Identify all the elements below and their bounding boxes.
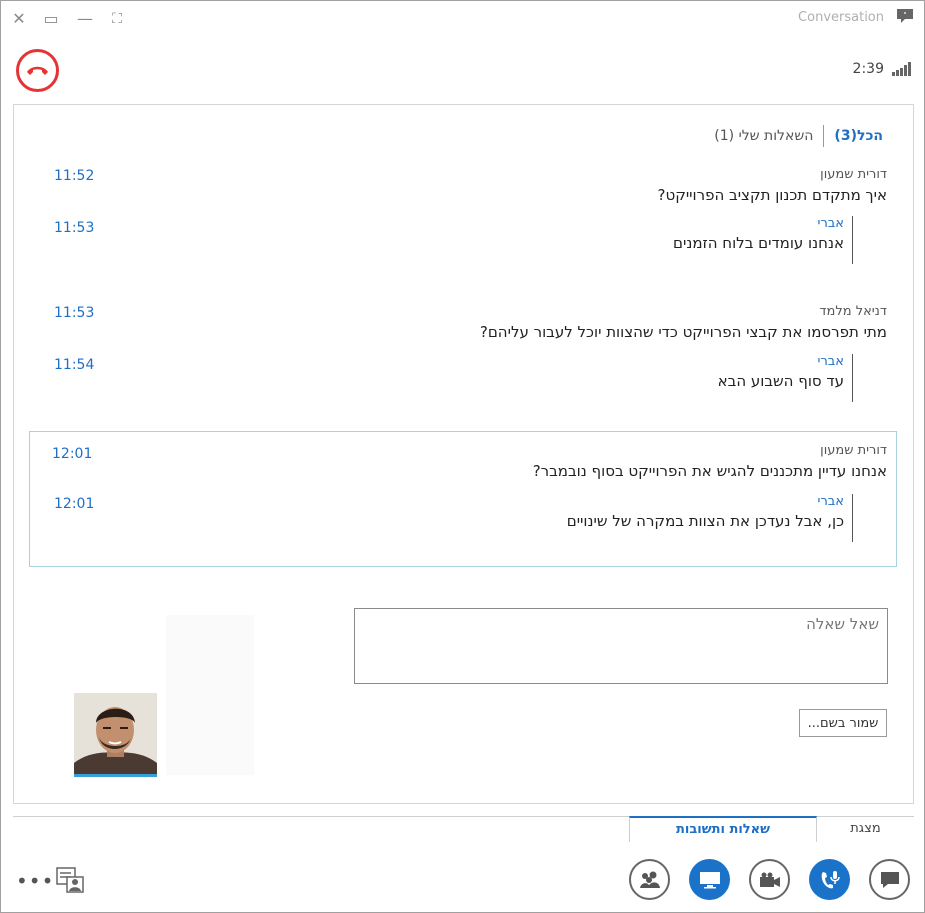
question-text: איך מתקדם תכנון תקציב הפרוייקט?: [657, 186, 888, 204]
svg-text:": ": [903, 11, 906, 19]
filter-all[interactable]: הכל(3): [834, 128, 883, 144]
call-timer: 2:39: [852, 61, 884, 77]
question-filter: הכל(3) השאלות שלי (1): [714, 125, 883, 147]
phone-hangup-icon: [27, 66, 48, 75]
participants-list-icon[interactable]: [56, 867, 84, 897]
chat-bubble-icon: [880, 871, 899, 888]
question-text: אנחנו עדיין מתכננים להגיש את הפרוייקט בס…: [532, 462, 887, 480]
minimize-button[interactable]: —: [75, 9, 95, 29]
more-options-button[interactable]: •••: [16, 869, 54, 893]
conversation-window: ✕ ▭ — ⛶ Conversation " 2:39 הכל(3) השאלו…: [0, 0, 925, 913]
participant-photo: [74, 693, 157, 774]
fullscreen-button[interactable]: ⛶: [107, 9, 127, 29]
question-text: מתי תפרסמו את קבצי הפרוייקט כדי שהצוות י…: [479, 323, 887, 341]
audio-button[interactable]: [809, 859, 850, 900]
question-time: 11:53: [54, 305, 95, 321]
ask-question-input[interactable]: שאל שאלה: [354, 608, 888, 684]
answer-text: כן, אבל נעדכן את הצוות במקרה של שינויים: [566, 512, 844, 530]
close-button[interactable]: ✕: [9, 9, 29, 29]
answer-author: אברי: [817, 216, 844, 231]
question-time: 11:52: [54, 168, 95, 184]
filter-divider: [823, 125, 825, 147]
save-as-button[interactable]: שמור בשם...: [799, 709, 887, 737]
answer-item: אברי אנחנו עומדים בלוח הזמנים: [673, 216, 853, 264]
question-author: דניאל מלמד: [819, 304, 887, 319]
avatar[interactable]: [74, 693, 157, 777]
video-camera-icon: [759, 872, 780, 887]
video-preview-area: [166, 615, 254, 775]
answer-author: אברי: [817, 354, 844, 369]
answer-time: 11:54: [54, 357, 95, 373]
hang-up-button[interactable]: [16, 49, 59, 92]
question-author: דורית שמעון: [820, 443, 887, 458]
participants-button[interactable]: [629, 859, 670, 900]
signal-strength-icon: [892, 61, 912, 80]
conversation-icon: ": [896, 7, 914, 29]
answer-text: עד סוף השבוע הבא: [717, 372, 844, 390]
answer-time: 12:01: [54, 496, 95, 512]
im-button[interactable]: [869, 859, 910, 900]
question-author: דורית שמעון: [820, 167, 887, 182]
filter-my-questions[interactable]: השאלות שלי (1): [714, 128, 813, 144]
answer-time: 11:53: [54, 220, 95, 236]
question-time: 12:01: [52, 446, 93, 462]
question-item[interactable]: דניאל מלמד מתי תפרסמו את קבצי הפרוייקט כ…: [480, 304, 887, 341]
microphone-phone-icon: [821, 870, 840, 888]
title-bar: ✕ ▭ — ⛶ Conversation ": [1, 1, 924, 37]
present-screen-button[interactable]: [689, 859, 730, 900]
answer-author: אברי: [817, 494, 844, 509]
question-item[interactable]: דורית שמעון איך מתקדם תכנון תקציב הפרויי…: [658, 167, 888, 204]
monitor-icon: [699, 871, 720, 888]
tab-presentation[interactable]: מצגת: [817, 817, 914, 843]
video-button[interactable]: [749, 859, 790, 900]
answer-item: אברי עד סוף השבוע הבא: [718, 354, 853, 402]
bottom-tabs: שאלות ותשובות מצגת: [13, 816, 914, 842]
tab-qa[interactable]: שאלות ותשובות: [629, 816, 817, 842]
answer-item: אברי כן, אבל נעדכן את הצוות במקרה של שינ…: [567, 494, 853, 542]
answer-text: אנחנו עומדים בלוח הזמנים: [673, 234, 844, 252]
people-icon: [639, 871, 660, 888]
qa-panel: הכל(3) השאלות שלי (1) דורית שמעון איך מת…: [13, 104, 914, 804]
window-title: Conversation: [798, 10, 884, 25]
maximize-button[interactable]: ▭: [41, 9, 61, 29]
question-item[interactable]: דורית שמעון אנחנו עדיין מתכננים להגיש את…: [533, 443, 887, 480]
